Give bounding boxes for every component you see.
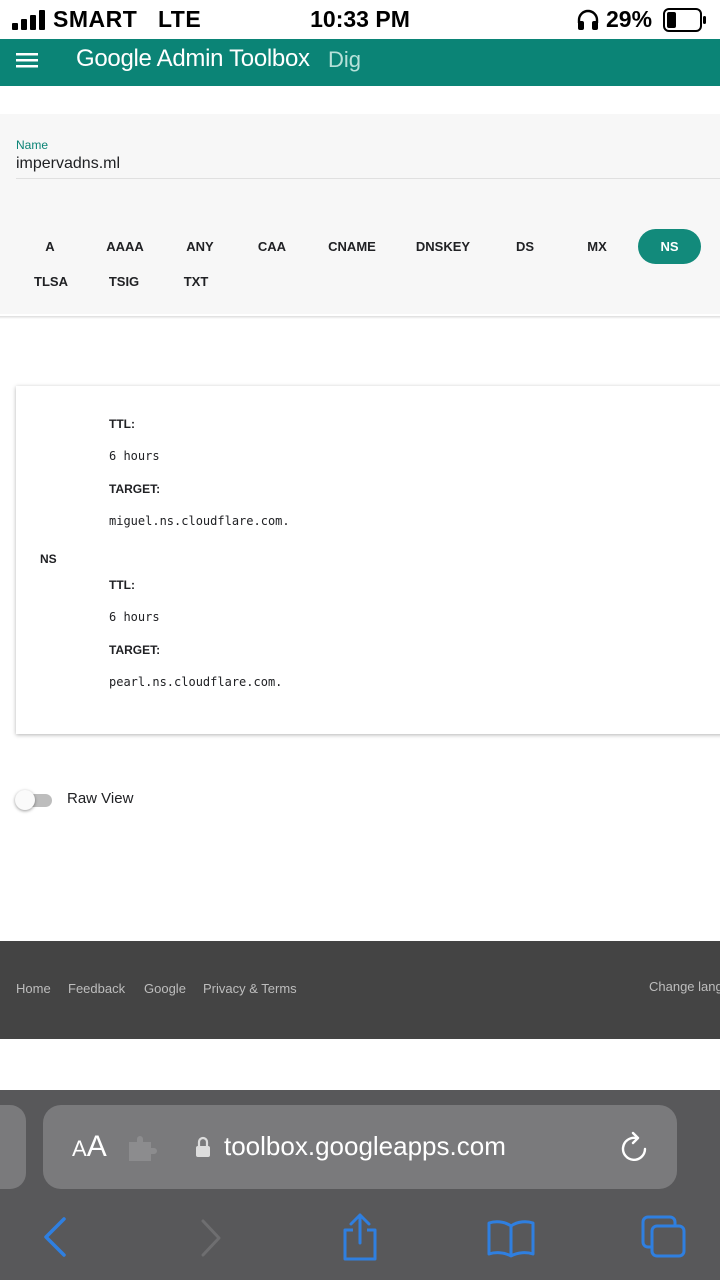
chip-cname[interactable]: CNAME bbox=[316, 229, 388, 264]
puzzle-icon[interactable] bbox=[126, 1133, 158, 1163]
target-value: pearl.ns.cloudflare.com. bbox=[109, 675, 283, 689]
forward-icon[interactable] bbox=[200, 1219, 222, 1257]
chip-tsig[interactable]: TSIG bbox=[98, 264, 150, 299]
chip-aaaa[interactable]: AAAA bbox=[95, 229, 155, 264]
menu-icon[interactable] bbox=[16, 50, 38, 70]
ttl-value: 6 hours bbox=[109, 449, 160, 463]
status-bar: SMART LTE 10:33 PM 29% bbox=[0, 0, 720, 40]
share-icon[interactable] bbox=[340, 1212, 380, 1262]
name-input-underline bbox=[16, 178, 720, 179]
app-bar: Google Admin Toolbox Dig bbox=[0, 39, 720, 86]
chip-dnskey[interactable]: DNSKEY bbox=[404, 229, 482, 264]
url-text[interactable]: toolbox.googleapps.com bbox=[224, 1131, 506, 1162]
chip-any[interactable]: ANY bbox=[172, 229, 228, 264]
target-value: miguel.ns.cloudflare.com. bbox=[109, 514, 290, 528]
target-label: TARGET: bbox=[109, 482, 161, 496]
lock-icon bbox=[196, 1136, 210, 1157]
chip-caa[interactable]: CAA bbox=[244, 229, 300, 264]
raw-view-label: Raw View bbox=[67, 790, 134, 807]
headphones-icon bbox=[577, 9, 599, 30]
reader-options-button[interactable]: AA bbox=[72, 1130, 107, 1164]
name-field-label: Name bbox=[16, 138, 49, 152]
footer-link-home[interactable]: Home bbox=[16, 981, 51, 996]
footer-link-privacy[interactable]: Privacy & Terms bbox=[203, 981, 297, 996]
footer: Home Feedback Google Privacy & Terms Cha… bbox=[0, 941, 720, 1039]
chip-tlsa[interactable]: TLSA bbox=[26, 264, 76, 299]
tool-name: Dig bbox=[328, 47, 362, 72]
panel-divider bbox=[0, 316, 720, 319]
battery-icon bbox=[663, 8, 706, 32]
bookmarks-icon[interactable] bbox=[486, 1218, 536, 1258]
ttl-label: TTL: bbox=[109, 417, 135, 431]
reload-icon[interactable] bbox=[619, 1131, 651, 1165]
change-language[interactable]: Change language bbox=[649, 979, 720, 994]
chip-mx[interactable]: MX bbox=[572, 229, 622, 264]
back-icon[interactable] bbox=[42, 1217, 68, 1257]
record-type-label: NS bbox=[40, 552, 57, 566]
chip-ds[interactable]: DS bbox=[500, 229, 550, 264]
chip-a[interactable]: A bbox=[28, 229, 72, 264]
footer-link-feedback[interactable]: Feedback bbox=[68, 981, 125, 996]
chip-ns[interactable]: NS bbox=[638, 229, 701, 264]
name-input[interactable]: impervadns.ml bbox=[16, 155, 120, 173]
raw-view-toggle-knob[interactable] bbox=[15, 790, 35, 810]
footer-link-google[interactable]: Google bbox=[144, 981, 186, 996]
ttl-value: 6 hours bbox=[109, 610, 160, 624]
ttl-label: TTL: bbox=[109, 578, 135, 592]
app-title[interactable]: Google Admin Toolbox bbox=[76, 45, 310, 73]
previous-tab-preview[interactable] bbox=[0, 1105, 26, 1189]
battery-percent: 29% bbox=[606, 6, 653, 32]
tabs-icon[interactable] bbox=[640, 1214, 688, 1260]
target-label: TARGET: bbox=[109, 643, 161, 657]
chip-txt[interactable]: TXT bbox=[172, 264, 220, 299]
